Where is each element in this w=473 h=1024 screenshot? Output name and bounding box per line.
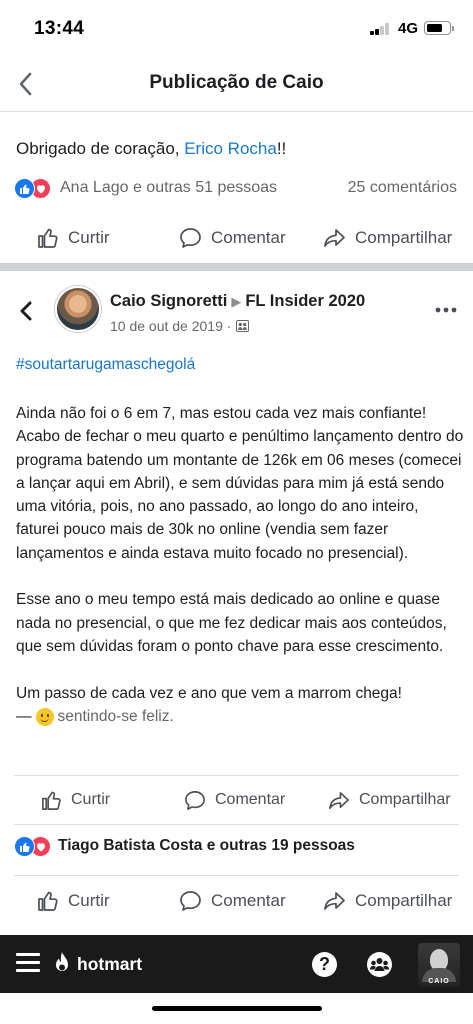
- post-author-line: Caio Signoretti ▶ FL Insider 2020: [110, 292, 365, 311]
- comment-label: Comentar: [211, 891, 286, 910]
- like-button[interactable]: Curtir: [36, 877, 110, 925]
- hashtag-link[interactable]: #soutartarugamaschegolá: [16, 356, 195, 374]
- comment-reactions[interactable]: Ana Lago e outras 51 pessoas 25 comentár…: [14, 176, 460, 202]
- post-body: Ainda não foi o 6 em 7, mas estou cada v…: [16, 402, 464, 728]
- like-reaction-icon: [14, 836, 35, 857]
- group-name[interactable]: FL Insider 2020: [245, 292, 365, 310]
- arrow-icon: ▶: [231, 294, 242, 309]
- reaction-summary: Ana Lago e outras 51 pessoas: [60, 179, 278, 196]
- post-reactions[interactable]: Tiago Batista Costa e outras 19 pessoas: [14, 834, 460, 860]
- comment-label: Comentar: [211, 228, 286, 247]
- post-paragraph: Um passo de cada vez e ano que vem a mar…: [16, 684, 402, 702]
- brand-name: hotmart: [77, 953, 143, 974]
- like-button[interactable]: Curtir: [36, 214, 110, 262]
- comment-button[interactable]: Comentar: [178, 877, 286, 925]
- profile-label: CAIO: [428, 978, 450, 985]
- share-label: Compartilhar: [355, 891, 453, 910]
- comment-button[interactable]: Comentar: [178, 214, 286, 262]
- share-button[interactable]: Compartilhar: [327, 776, 451, 824]
- mention-link[interactable]: Erico Rocha: [184, 139, 277, 158]
- author-avatar[interactable]: [55, 286, 101, 332]
- more-icon: [435, 307, 457, 313]
- home-indicator[interactable]: [152, 1006, 322, 1011]
- comment-text: Obrigado de coração, Erico Rocha!!: [16, 139, 286, 159]
- signal-icon: [370, 23, 390, 35]
- reaction-icons: [14, 178, 58, 200]
- bottom-nav: hotmart ? CAIO: [0, 935, 473, 993]
- share-label: Compartilhar: [359, 791, 451, 808]
- battery-icon: [424, 21, 454, 35]
- post-header: Caio Signoretti ▶ FL Insider 2020 10 de ou…: [0, 280, 473, 344]
- help-icon[interactable]: ?: [312, 952, 337, 977]
- divider: [14, 824, 459, 825]
- share-button[interactable]: Compartilhar: [322, 877, 452, 925]
- reaction-summary: Tiago Batista Costa e outras 19 pessoas: [58, 837, 355, 854]
- comment-text-after: !!: [276, 139, 287, 158]
- profile-avatar[interactable]: CAIO: [418, 943, 460, 987]
- home-indicator-area: [0, 993, 473, 1024]
- like-button[interactable]: Curtir: [40, 776, 110, 824]
- comment-icon: [180, 891, 201, 911]
- page-header: Publicação de Caio: [0, 56, 473, 112]
- hotmart-flame-icon: [56, 952, 68, 971]
- community-icon[interactable]: [366, 951, 393, 978]
- share-icon: [324, 229, 345, 247]
- reaction-icons: [14, 836, 58, 858]
- menu-icon[interactable]: [16, 953, 40, 973]
- post-paragraph: Esse ano o meu tempo está mais dedicado …: [16, 591, 447, 655]
- feeling-line: — sentindo-se feliz.: [16, 705, 464, 728]
- comment-icon: [185, 790, 205, 810]
- share-button[interactable]: Compartilhar: [322, 214, 452, 262]
- thumbs-up-icon: [42, 791, 61, 810]
- comment-icon: [180, 228, 201, 248]
- post-action-bar: Curtir Comentar Compartilhar: [0, 776, 473, 824]
- post-action-bar-2: Curtir Comentar Compartilhar: [0, 877, 473, 925]
- thumbs-up-icon: [38, 891, 58, 911]
- feeling-dash: —: [16, 707, 32, 725]
- more-options-button[interactable]: [435, 302, 457, 313]
- share-label: Compartilhar: [355, 228, 453, 247]
- section-separator: [0, 263, 473, 271]
- feeling-text: sentindo-se feliz.: [57, 707, 174, 725]
- like-label: Curtir: [68, 228, 110, 247]
- like-label: Curtir: [71, 791, 111, 808]
- back-arrow-icon: [20, 301, 32, 321]
- smiley-icon: [35, 707, 54, 726]
- post-paragraph: Ainda não foi o 6 em 7, mas estou cada v…: [16, 405, 464, 562]
- share-icon: [324, 892, 345, 910]
- status-bar: 13:44 4G: [0, 0, 473, 56]
- divider: [14, 875, 459, 876]
- group-icon: [236, 320, 250, 332]
- comment-text-before: Obrigado de coração,: [16, 139, 185, 158]
- comment-button[interactable]: Comentar: [183, 776, 285, 824]
- comments-count[interactable]: 25 comentários: [348, 179, 457, 197]
- like-label: Curtir: [68, 891, 110, 910]
- comment-label: Comentar: [215, 791, 286, 808]
- share-icon: [329, 791, 349, 809]
- network-label: 4G: [398, 20, 419, 37]
- thumbs-up-icon: [38, 228, 58, 248]
- page-title: Publicação de Caio: [149, 72, 324, 93]
- hotmart-logo[interactable]: hotmart: [52, 949, 142, 979]
- post-back-button[interactable]: [14, 298, 40, 324]
- post-date-text: 10 de out de 2019 ·: [110, 318, 232, 334]
- author-name[interactable]: Caio Signoretti: [110, 292, 227, 310]
- like-reaction-icon: [14, 178, 35, 199]
- post-date: 10 de out de 2019 ·: [110, 318, 250, 334]
- comment-action-bar: Curtir Comentar Compartilhar: [0, 214, 473, 262]
- status-time: 13:44: [34, 18, 85, 39]
